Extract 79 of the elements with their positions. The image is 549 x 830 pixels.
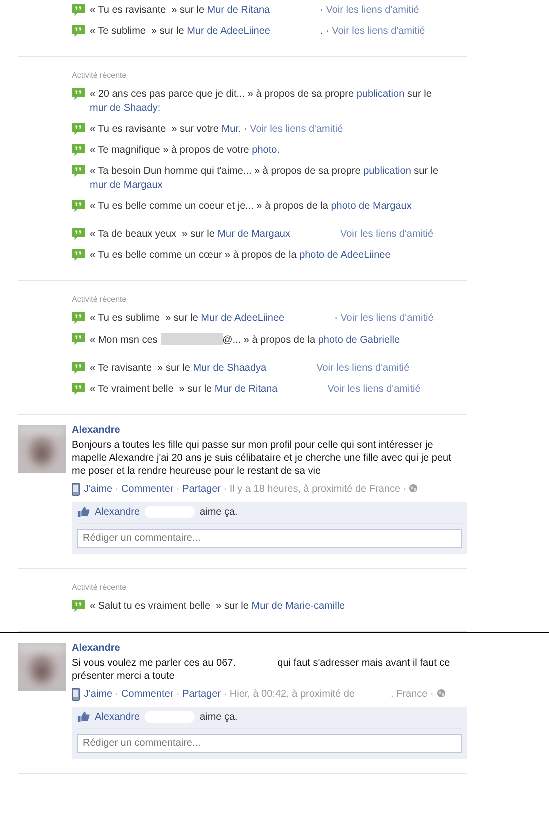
link[interactable]: publication — [364, 166, 412, 177]
globe-icon — [409, 484, 418, 493]
speech-bubble-icon — [72, 123, 85, 136]
link[interactable]: photo de Gabrielle — [318, 335, 400, 346]
action-link[interactable]: Partager — [182, 484, 221, 495]
likes-text: aime ça. — [200, 506, 238, 518]
speech-bubble-icon — [72, 333, 85, 346]
likes-text: aime ça. — [200, 712, 238, 722]
speech-bubble-icon — [72, 383, 85, 396]
action-link[interactable]: Partager — [182, 689, 221, 700]
section-heading: Activité récente — [72, 71, 128, 80]
activity-text: « Salut tu es vraiment belle » sur le Mur de Marie-camille — [90, 600, 346, 614]
link[interactable]: Mur de AdeeLiinee — [187, 26, 270, 37]
link[interactable]: Mur de AdeeLiinee — [201, 313, 285, 324]
link[interactable]: Voir les liens d'amitié — [340, 229, 434, 240]
thumbs-up-icon — [77, 711, 90, 723]
thumbs-up-icon — [77, 506, 90, 518]
link[interactable]: mur de Margaux — [90, 180, 163, 191]
speech-bubble-icon — [72, 144, 85, 157]
link[interactable]: Mur. — [222, 124, 242, 135]
link[interactable]: photo de AdeeLiinee — [300, 250, 391, 261]
action-link[interactable]: Commenter — [121, 484, 174, 495]
activity-text: « Tu es belle comme un coeur et je... » à propos de la photo de Margaux — [90, 200, 412, 214]
post-text: Bonjours a toutes les fille qui passe sur mon profil pour celle qui sont intéresser je mapelle Alexandre j'ai 20 ans je suis célibataire et je cherche une fille avec qui je peut me poser et la rendre heureuse pour le restant de sa vie — [72, 439, 452, 478]
activity-text: « Te ravisante » sur le Mur de Shaadya Voir les liens d'amitié — [90, 362, 410, 376]
activity-text: « Te sublime » sur le Mur de AdeeLiinee . · Voir les liens d'amitié — [90, 25, 426, 39]
activity-text: « Ta besoin Dun homme qui t'aime... » à propos de sa propre publication sur le mur de Margaux — [90, 165, 440, 193]
post-text: Si vous voulez me parler ces au 067. qui faut s'adresser mais avant il faut ce présenter merci a toute — [72, 657, 452, 683]
link[interactable]: Voir les liens d'amitié — [250, 124, 344, 135]
speech-bubble-icon — [72, 165, 85, 178]
link[interactable]: Voir les liens d'amitié — [332, 26, 426, 37]
post-meta: J'aime · Commenter · Partager · Il y a 18 heures, à proximité de France · — [84, 483, 467, 496]
link[interactable]: Mur de Margaux — [218, 229, 290, 240]
action-link[interactable]: J'aime — [84, 484, 113, 495]
activity-text: « Ta de beaux yeux » sur le Mur de Margaux Voir les liens d'amitié — [90, 228, 434, 242]
activity-text: « Tu es ravisante » sur votre Mur. · Voir les liens d'amitié — [90, 123, 344, 137]
phone-icon — [72, 483, 80, 496]
comment-field[interactable]: Rédiger un commentaire... — [77, 734, 462, 753]
action-link[interactable]: Commenter — [121, 689, 174, 700]
link[interactable]: Voir les liens d'amitié — [326, 5, 420, 16]
section-heading: Activité récente — [72, 295, 128, 304]
link[interactable]: photo de Margaux — [331, 201, 412, 212]
link[interactable]: photo. — [252, 145, 280, 156]
speech-bubble-icon — [72, 88, 85, 101]
speech-bubble-icon — [72, 200, 85, 213]
speech-bubble-icon — [72, 600, 85, 613]
author-name[interactable]: Alexandre — [72, 425, 467, 436]
user-link[interactable]: Alexandre — [95, 506, 140, 518]
activity-text: « Te vraiment belle » sur le Mur de Ritana Voir les liens d'amitié — [90, 383, 421, 397]
link[interactable]: Voir les liens d'amitié — [316, 363, 410, 374]
user-link[interactable]: Alexandre — [95, 712, 140, 722]
activity-text: « Tu es sublime » sur le Mur de AdeeLiinee · Voir les liens d'amitié — [90, 312, 434, 326]
globe-icon — [436, 689, 446, 698]
comment-field[interactable]: Rédiger un commentaire... — [77, 529, 462, 548]
phone-icon — [72, 688, 80, 701]
speech-bubble-icon — [72, 228, 85, 241]
link[interactable]: publication — [356, 89, 405, 100]
activity-text: « Te magnifique » à propos de votre photo. — [90, 144, 280, 158]
section-heading: Activité récente — [72, 583, 128, 592]
action-link[interactable]: J'aime — [84, 689, 113, 700]
activity-text: « Tu es belle comme un cœur » à propos de la photo de AdeeLiinee — [90, 249, 391, 263]
link[interactable]: Mur de Marie-camille — [252, 601, 346, 612]
link[interactable]: Mur de Ritana — [214, 384, 278, 395]
speech-bubble-icon — [72, 25, 85, 38]
activity-text: « Mon msn ces @... » à propos de la photo de Gabrielle — [90, 333, 400, 348]
link[interactable]: mur de Shaady: — [90, 103, 161, 114]
link[interactable]: Voir les liens d'amitié — [328, 384, 421, 395]
speech-bubble-icon — [72, 362, 85, 375]
activity-text: « Tu es ravisante » sur le Mur de Ritana · Voir les liens d'amitié — [90, 4, 420, 18]
author-name[interactable]: Alexandre — [72, 643, 467, 654]
speech-bubble-icon — [72, 312, 85, 325]
post-meta: J'aime · Commenter · Partager · Hier, à 00:42, à proximité de . France · — [84, 688, 467, 701]
link[interactable]: Mur de Ritana — [207, 5, 270, 16]
activity-text: « 20 ans ces pas parce que je dit... » à propos de sa propre publication sur le mur de Shaady: — [90, 88, 433, 116]
redacted-block — [160, 333, 223, 345]
speech-bubble-icon — [72, 249, 85, 262]
link[interactable]: Mur de Shaadya — [193, 363, 267, 374]
link[interactable]: Voir les liens d'amitié — [340, 313, 434, 324]
speech-bubble-icon — [72, 4, 85, 17]
